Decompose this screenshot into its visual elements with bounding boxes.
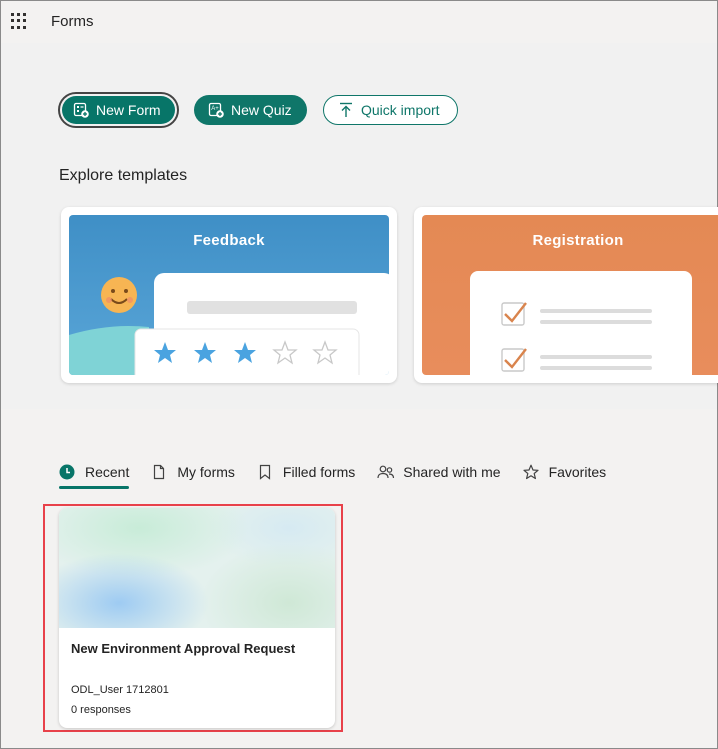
document-icon — [151, 464, 167, 480]
bookmark-icon — [257, 464, 273, 480]
forms-tabs: Recent My forms Filled forms Shared with… — [59, 461, 628, 489]
form-card-title: New Environment Approval Request — [71, 641, 296, 656]
tab-recent[interactable]: Recent — [59, 461, 130, 489]
quick-import-button[interactable]: Quick import — [323, 95, 458, 125]
form-card-owner: ODL_User 1712801 — [71, 684, 169, 696]
form-card-responses: 0 responses — [71, 704, 131, 716]
tab-label: Shared with me — [403, 464, 501, 480]
new-quiz-label: New Quiz — [231, 102, 292, 118]
tab-label: Filled forms — [282, 464, 356, 480]
template-card-feedback[interactable]: Feedback — [61, 207, 397, 383]
new-quiz-button[interactable]: A+ New Quiz — [194, 95, 307, 125]
clock-icon — [59, 464, 75, 480]
form-card-thumbnail — [59, 508, 335, 628]
feedback-illustration: Feedback — [69, 215, 389, 375]
tab-label: Favorites — [548, 464, 607, 480]
explore-templates-heading: Explore templates — [59, 167, 188, 184]
tab-label: Recent — [85, 464, 130, 480]
tab-shared-with-me[interactable]: Shared with me — [377, 461, 501, 483]
star-icon — [522, 464, 539, 480]
tab-label: My forms — [177, 464, 235, 480]
new-quiz-icon: A+ — [207, 101, 225, 119]
tab-favorites[interactable]: Favorites — [522, 461, 607, 483]
app-title[interactable]: Forms — [51, 13, 94, 30]
new-form-icon — [72, 101, 90, 119]
template-card-registration[interactable]: Registration — [414, 207, 718, 383]
new-form-label: New Form — [96, 102, 161, 118]
tab-my-forms[interactable]: My forms — [151, 461, 235, 483]
app-launcher-icon[interactable] — [11, 13, 27, 29]
new-form-button[interactable]: New Form — [58, 92, 179, 128]
quick-import-label: Quick import — [361, 102, 440, 118]
form-card[interactable]: New Environment Approval Request ODL_Use… — [59, 508, 335, 728]
registration-illustration: Registration — [422, 215, 718, 375]
people-icon — [377, 464, 395, 480]
top-bar: Forms — [1, 1, 717, 43]
tab-filled-forms[interactable]: Filled forms — [257, 461, 355, 483]
upload-icon — [337, 101, 355, 119]
